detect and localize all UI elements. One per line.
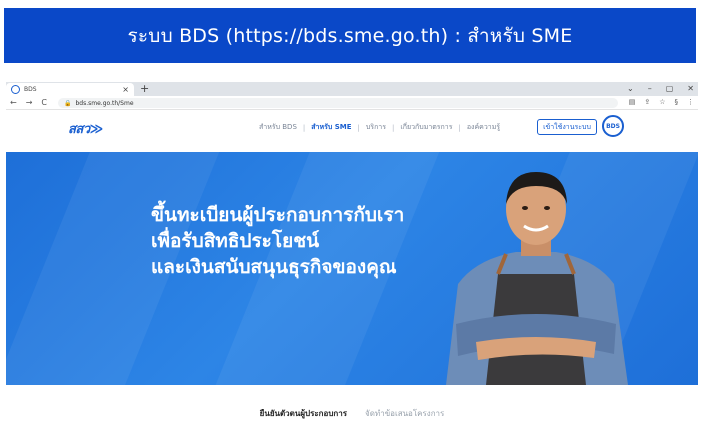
tab-search-icon[interactable]: ⌄ [627, 82, 634, 96]
browser-window: BDS × + ⌄ – ▢ ✕ ← → C 🔒 bds.sme.go.th/Sm… [6, 82, 698, 388]
address-bar: ← → C 🔒 bds.sme.go.th/Sme ▤ ⇪ ☆ § ⋮ [6, 96, 698, 110]
maximize-icon[interactable]: ▢ [666, 82, 674, 96]
menu-separator: | [302, 123, 306, 132]
login-button[interactable]: เข้าใช้งานระบบ [537, 119, 597, 135]
hero-line-1: ขึ้นทะเบียนผู้ประกอบการกับเรา [151, 204, 405, 226]
hero-line-3: และเงินสนับสนุนธุรกิจของคุณ [151, 256, 397, 278]
share-icon[interactable]: ⇪ [644, 98, 650, 106]
site-navbar: สสว≫ สำหรับ BDS | สำหรับ SME | บริการ | … [6, 110, 698, 145]
site-logo[interactable]: สสว≫ [68, 118, 103, 139]
entrepreneur-photo [446, 172, 628, 385]
title-banner: ระบบ BDS (https://bds.sme.go.th) : สำหรั… [4, 8, 696, 63]
tab-bar: BDS × + ⌄ – ▢ ✕ [6, 82, 698, 96]
menu-item-about-measures[interactable]: เกี่ยวกับมาตรการ [400, 122, 452, 133]
close-tab-icon[interactable]: × [122, 85, 129, 94]
tab-verify-entrepreneur[interactable]: ยืนยันตัวตนผู้ประกอบการ [260, 407, 347, 420]
menu-item-knowledge[interactable]: องค์ความรู้ [467, 122, 500, 133]
close-window-icon[interactable]: ✕ [687, 82, 694, 96]
bds-logo-badge[interactable]: BDS [602, 115, 624, 137]
menu-item-for-sme[interactable]: สำหรับ SME [311, 122, 351, 133]
extension-icon[interactable]: § [675, 98, 679, 106]
window-controls: ⌄ – ▢ ✕ [627, 82, 694, 96]
reload-icon[interactable]: C [41, 98, 47, 107]
banner-title: ระบบ BDS (https://bds.sme.go.th) : สำหรั… [127, 24, 573, 47]
registration-tabs: ยืนยันตัวตนผู้ประกอบการ จัดทำข้อเสนอโครง… [0, 398, 704, 428]
menu-separator: | [392, 123, 395, 132]
back-icon[interactable]: ← [10, 98, 17, 107]
browser-tab[interactable]: BDS × [6, 83, 134, 96]
menu-item-services[interactable]: บริการ [366, 122, 386, 133]
translate-icon[interactable]: ▤ [629, 98, 636, 106]
url-field[interactable]: 🔒 bds.sme.go.th/Sme [58, 98, 618, 108]
url-text: bds.sme.go.th/Sme [75, 99, 134, 107]
forward-icon[interactable]: → [26, 98, 33, 107]
hero-headline: ขึ้นทะเบียนผู้ประกอบการกับเรา เพื่อรับสิ… [151, 202, 404, 280]
lock-icon: 🔒 [64, 99, 72, 107]
menu-separator: | [458, 123, 461, 132]
tab-title: BDS [24, 86, 37, 93]
minimize-icon[interactable]: – [648, 82, 652, 96]
star-icon[interactable]: ☆ [659, 98, 665, 106]
tab-project-proposal[interactable]: จัดทำข้อเสนอโครงการ [365, 407, 444, 420]
site-menu: สำหรับ BDS | สำหรับ SME | บริการ | เกี่ย… [259, 122, 500, 133]
more-menu-icon[interactable]: ⋮ [687, 98, 694, 106]
hero-banner: ขึ้นทะเบียนผู้ประกอบการกับเรา เพื่อรับสิ… [6, 152, 698, 385]
address-bar-icons: ▤ ⇪ ☆ § ⋮ [629, 98, 694, 106]
menu-separator: | [357, 123, 360, 132]
hero-line-2: เพื่อรับสิทธิประโยชน์ [151, 230, 320, 252]
menu-item-for-bds[interactable]: สำหรับ BDS [259, 122, 297, 133]
favicon-icon [11, 85, 20, 94]
new-tab-button[interactable]: + [140, 82, 149, 96]
